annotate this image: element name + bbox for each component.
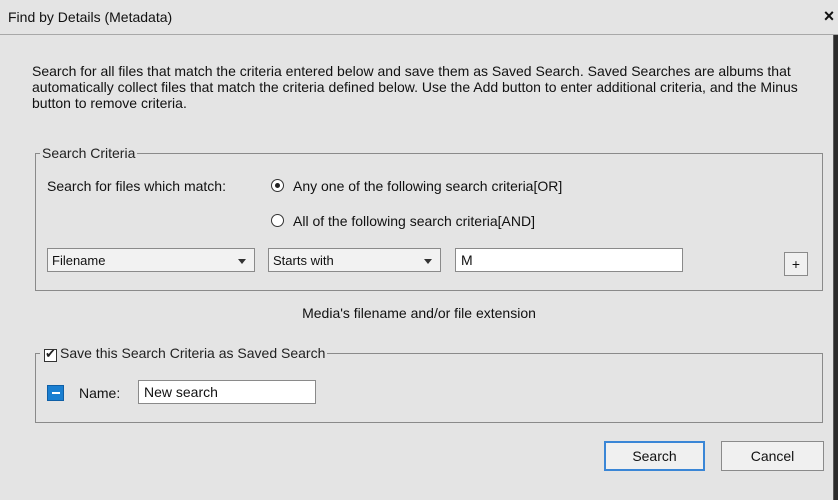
title-bar: Find by Details (Metadata)	[0, 0, 838, 35]
chevron-down-icon	[238, 259, 246, 264]
saved-search-name-input[interactable]	[138, 380, 316, 404]
dialog-title: Find by Details (Metadata)	[8, 9, 173, 25]
name-label: Name:	[79, 385, 121, 401]
radio-all-label: All of the following search criteria[AND…	[293, 213, 535, 229]
criteria-operator-value: Starts with	[273, 253, 334, 268]
save-search-checkbox[interactable]: ✔	[44, 346, 57, 362]
radio-all-criteria[interactable]	[271, 214, 284, 227]
criteria-value-input[interactable]	[455, 248, 683, 272]
match-label: Search for files which match:	[47, 178, 226, 194]
criteria-field-value: Filename	[52, 253, 106, 268]
criteria-hint: Media's filename and/or file extension	[302, 305, 536, 321]
add-criteria-button[interactable]: +	[784, 252, 808, 276]
criteria-field-select[interactable]: Filename	[47, 248, 255, 272]
find-by-details-dialog: Find by Details (Metadata) Search for al…	[0, 0, 838, 500]
saved-search-legend: Save this Search Criteria as Saved Searc…	[40, 345, 327, 361]
search-criteria-legend: Search Criteria	[42, 145, 136, 161]
dialog-description: Search for all files that match the crit…	[32, 63, 798, 111]
checkmark-icon: ✔	[45, 346, 56, 361]
radio-any-criteria[interactable]	[271, 179, 284, 192]
album-icon	[47, 385, 64, 401]
chevron-down-icon	[424, 259, 432, 264]
cancel-button[interactable]: Cancel	[721, 441, 824, 471]
search-button[interactable]: Search	[604, 441, 705, 471]
saved-search-label: Save this Search Criteria as Saved Searc…	[60, 345, 326, 361]
radio-any-label: Any one of the following search criteria…	[293, 178, 563, 194]
criteria-operator-select[interactable]: Starts with	[268, 248, 441, 272]
close-icon[interactable]: ×	[820, 5, 838, 27]
